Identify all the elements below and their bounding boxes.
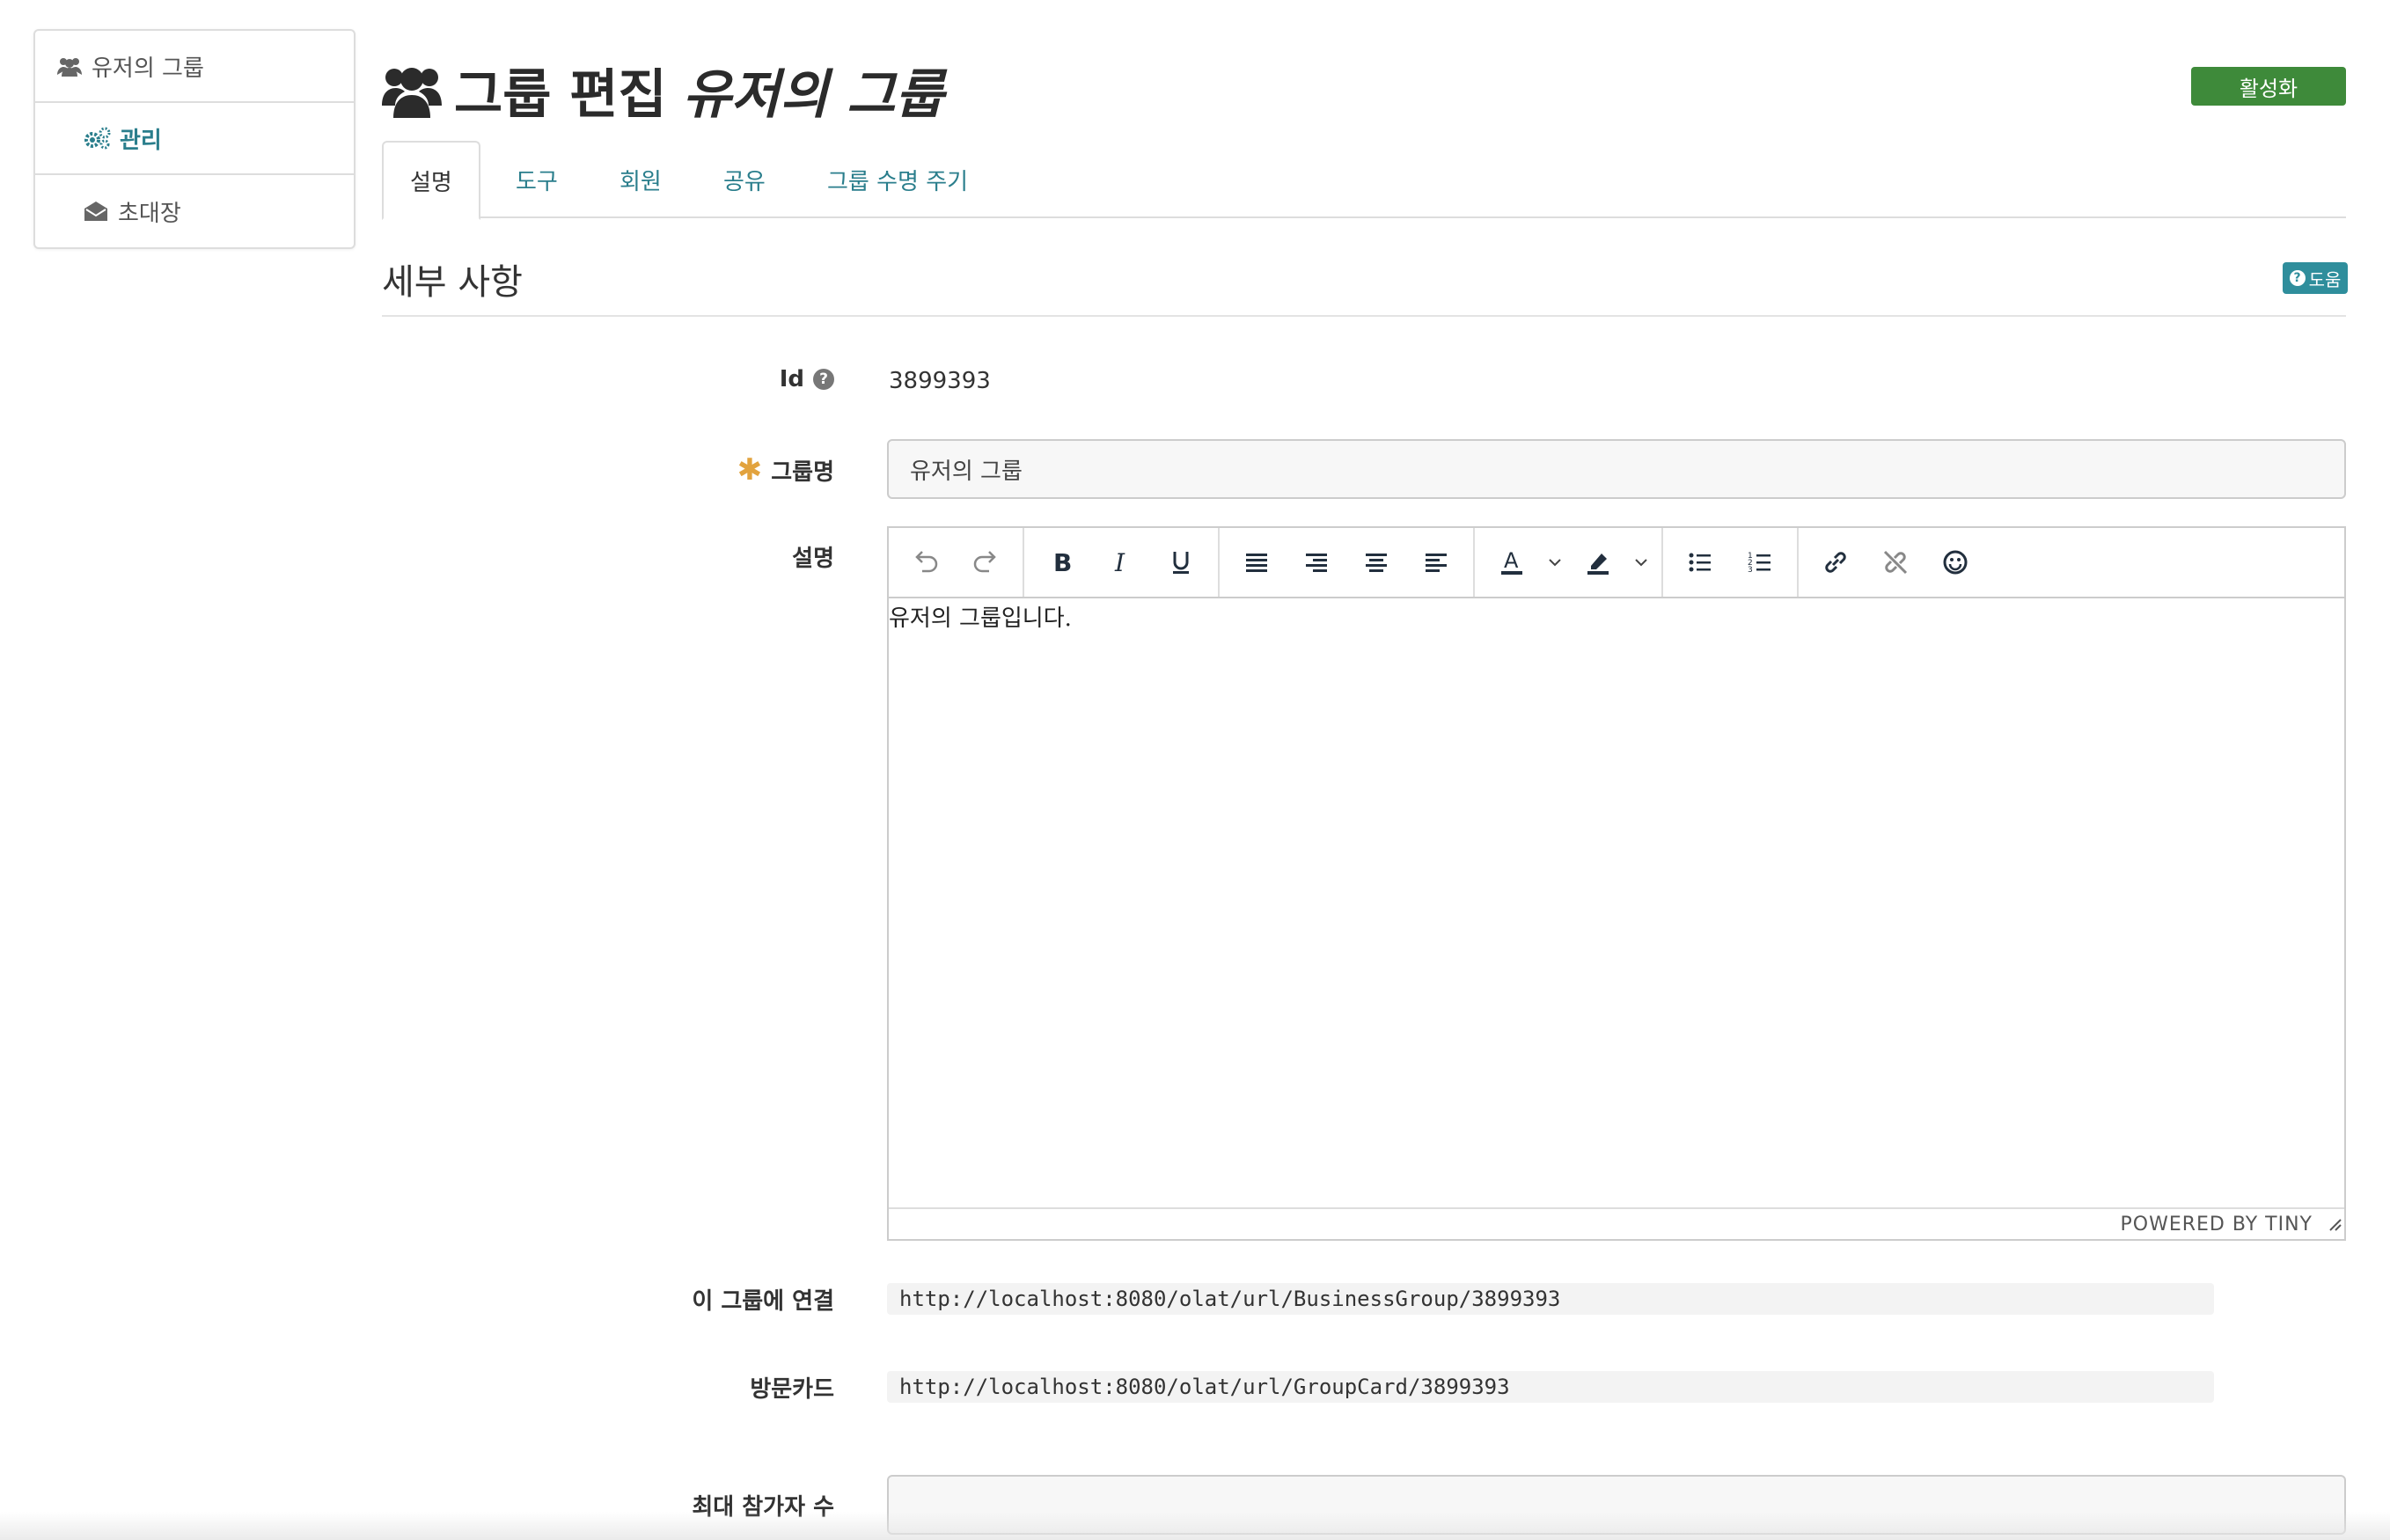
- page-title-group-name: 유저의 그룹: [682, 63, 944, 126]
- resize-handle-icon[interactable]: [2327, 1215, 2342, 1237]
- cogs-icon: [83, 127, 111, 150]
- page-title-text: 그룹 편집: [454, 63, 667, 126]
- group-link-label: 이 그룹에 연결: [692, 1288, 834, 1315]
- tab-description[interactable]: 설명: [382, 141, 480, 220]
- required-icon: ✱: [737, 452, 763, 488]
- section-title: 세부 사항: [382, 262, 523, 303]
- editor-statusbar: POWERED BY TINY: [889, 1207, 2344, 1239]
- sidebar-menu: 유저의 그룹 관리 초대장: [33, 29, 356, 249]
- group-icon: [56, 55, 83, 77]
- powered-by-link[interactable]: POWERED BY TINY: [2121, 1214, 2313, 1236]
- align-left-icon[interactable]: [1406, 534, 1466, 590]
- undo-icon[interactable]: [896, 534, 956, 590]
- help-button[interactable]: ? 도움: [2283, 262, 2348, 294]
- editor-content[interactable]: 유저의 그룹입니다.: [889, 598, 2344, 1207]
- highlight-color-icon[interactable]: [1568, 534, 1628, 590]
- svg-text:I: I: [1114, 548, 1125, 577]
- help-label: 도움: [2308, 268, 2342, 290]
- tab-share[interactable]: 공유: [723, 141, 766, 218]
- id-label: Id ?: [780, 366, 834, 392]
- activate-button[interactable]: 활성화: [2191, 67, 2346, 106]
- link-icon[interactable]: [1806, 534, 1866, 590]
- svg-text:A: A: [1504, 548, 1519, 573]
- chevron-down-icon[interactable]: [1628, 534, 1654, 590]
- sidebar-item-invitations[interactable]: 초대장: [35, 175, 354, 247]
- group-name-label: ✱ 그룹명: [737, 452, 834, 488]
- group-icon: [382, 62, 442, 118]
- align-center-icon[interactable]: [1346, 534, 1406, 590]
- numbered-list-icon[interactable]: 123: [1730, 534, 1790, 590]
- svg-text:B: B: [1053, 548, 1072, 577]
- sidebar-item-label: 관리: [120, 127, 162, 154]
- description-label: 설명: [792, 546, 834, 572]
- align-justify-icon[interactable]: [1227, 534, 1287, 590]
- sidebar-item-group[interactable]: 유저의 그룹: [35, 31, 354, 103]
- emoji-icon[interactable]: [1925, 534, 1985, 590]
- tab-tools[interactable]: 도구: [516, 141, 558, 218]
- question-icon: ?: [2289, 270, 2306, 286]
- align-right-icon[interactable]: [1287, 534, 1346, 590]
- unlink-icon[interactable]: [1866, 534, 1925, 590]
- text-color-icon[interactable]: A: [1482, 534, 1542, 590]
- bullet-list-icon[interactable]: [1670, 534, 1730, 590]
- id-value: 3899393: [889, 368, 991, 394]
- tab-bar: 설명 도구 회원 공유 그룹 수명 주기: [382, 141, 2346, 220]
- group-link-value[interactable]: http://localhost:8080/olat/url/BusinessG…: [887, 1283, 2214, 1315]
- redo-icon[interactable]: [956, 534, 1015, 590]
- sidebar-item-label: 유저의 그룹: [92, 55, 204, 82]
- tab-members[interactable]: 회원: [619, 141, 662, 218]
- chevron-down-icon[interactable]: [1542, 534, 1568, 590]
- help-info-icon[interactable]: ?: [813, 369, 834, 390]
- editor-paragraph: 유저의 그룹입니다.: [889, 605, 1072, 632]
- group-name-input[interactable]: 유저의 그룹: [887, 439, 2346, 499]
- page-title: 그룹 편집 유저의 그룹: [382, 55, 944, 126]
- sidebar-item-label: 초대장: [118, 200, 181, 227]
- section-divider: [382, 315, 2346, 317]
- tab-lifecycle[interactable]: 그룹 수명 주기: [827, 141, 968, 218]
- underline-icon[interactable]: [1151, 534, 1211, 590]
- envelope-open-icon: [83, 200, 109, 223]
- visit-card-value[interactable]: http://localhost:8080/olat/url/GroupCard…: [887, 1371, 2214, 1403]
- svg-text:3: 3: [1748, 566, 1753, 575]
- italic-icon[interactable]: I: [1091, 534, 1151, 590]
- bold-icon[interactable]: B: [1031, 534, 1091, 590]
- sidebar-item-admin[interactable]: 관리: [35, 103, 354, 175]
- rich-text-editor: B I A 123 유저의 그룹입니다. POWERED BY TINY: [887, 526, 2346, 1241]
- bottom-shadow: [0, 1512, 2390, 1540]
- visit-card-label: 방문카드: [750, 1376, 834, 1403]
- editor-toolbar: B I A 123: [889, 528, 2344, 598]
